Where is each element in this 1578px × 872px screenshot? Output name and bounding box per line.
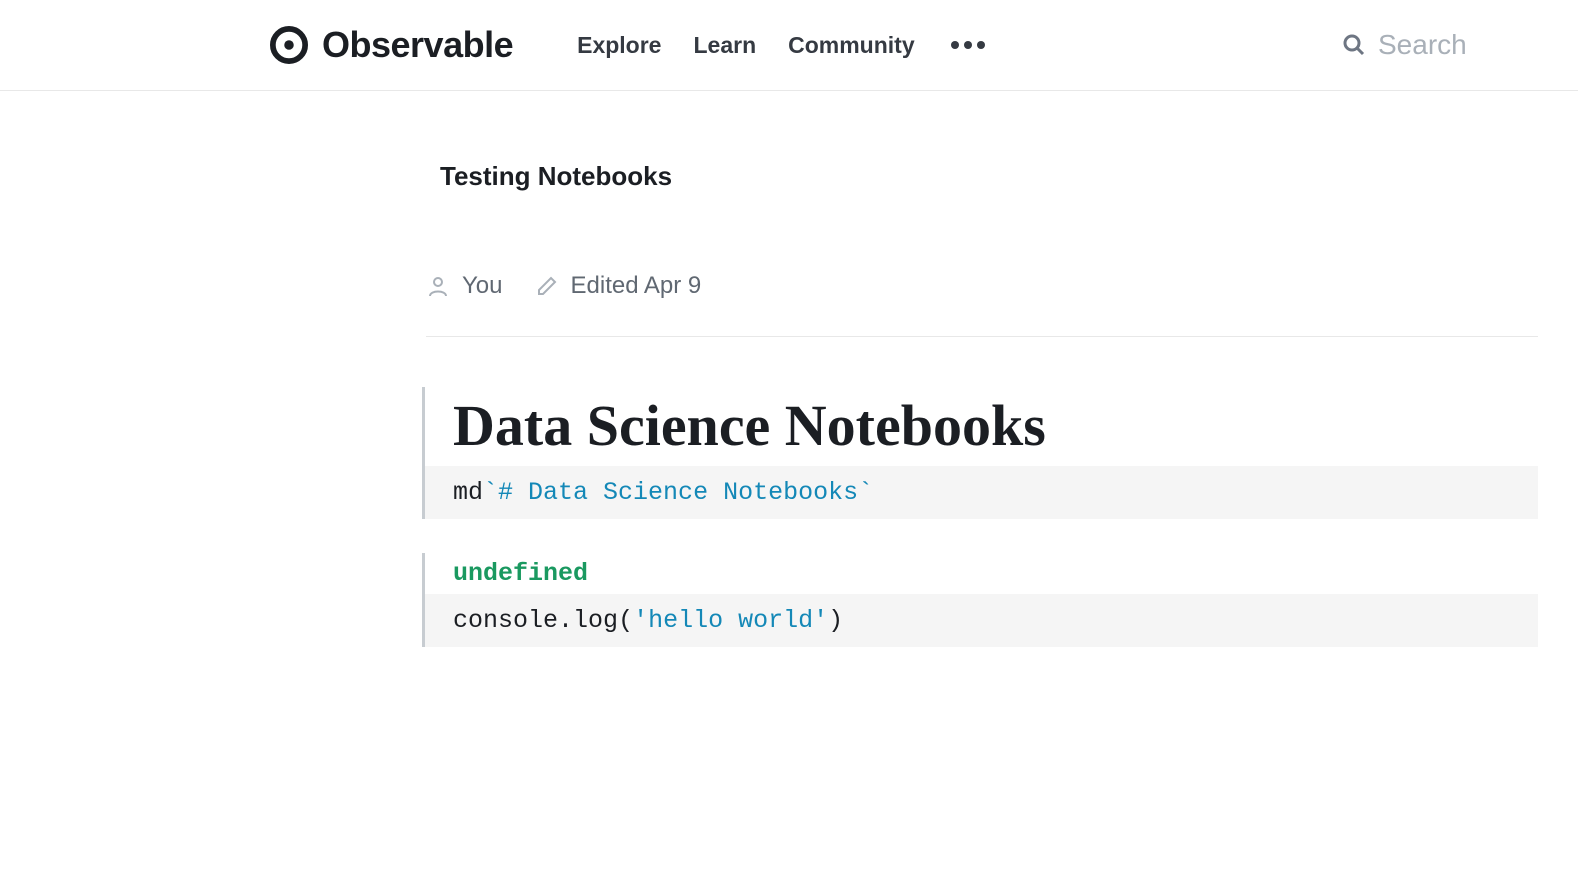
code-token: log (573, 606, 618, 635)
code-token: ) (828, 606, 843, 635)
cell-code-editor[interactable]: md`# Data Science Notebooks` (425, 466, 1538, 519)
code-token: # Data Science Notebooks (498, 478, 858, 507)
main-content: Testing Notebooks You Edited Apr 9 Data … (0, 91, 1578, 647)
notebook-cells: Data Science Notebooks md`# Data Science… (422, 387, 1538, 647)
edited-label: Edited Apr 9 (571, 272, 702, 300)
code-token: ` (483, 478, 498, 507)
brand-logo[interactable]: Observable (270, 24, 513, 66)
pencil-icon (535, 274, 559, 298)
cell-output: Data Science Notebooks (425, 387, 1538, 466)
nav-learn[interactable]: Learn (693, 32, 756, 59)
observable-logo-icon (270, 26, 308, 64)
nav-explore[interactable]: Explore (577, 32, 661, 59)
notebook-cell[interactable]: undefined console.log('hello world') (422, 553, 1538, 647)
code-token: console (453, 606, 558, 635)
code-token: ` (858, 478, 873, 507)
code-token: ( (618, 606, 633, 635)
cell-code-editor[interactable]: console.log('hello world') (425, 594, 1538, 647)
search-group[interactable] (1342, 29, 1518, 61)
dot-icon (977, 41, 985, 49)
notebook-meta-row: You Edited Apr 9 (426, 272, 1538, 337)
search-input[interactable] (1378, 29, 1518, 61)
primary-nav: Explore Learn Community (577, 32, 989, 59)
brand-name: Observable (322, 24, 513, 66)
person-icon (426, 274, 450, 298)
edited-meta[interactable]: Edited Apr 9 (535, 272, 702, 300)
code-token: . (558, 606, 573, 635)
code-token: 'hello world' (633, 606, 828, 635)
collection-breadcrumb[interactable]: Testing Notebooks (440, 161, 1538, 192)
code-token: md (453, 478, 483, 507)
dot-icon (951, 41, 959, 49)
notebook-cell[interactable]: Data Science Notebooks md`# Data Science… (422, 387, 1538, 519)
cell-output: undefined (425, 553, 1538, 594)
search-icon (1342, 33, 1366, 57)
undefined-output: undefined (453, 559, 588, 588)
top-header: Observable Explore Learn Community (0, 0, 1578, 91)
nav-community[interactable]: Community (788, 32, 915, 59)
markdown-heading: Data Science Notebooks (453, 393, 1538, 460)
author-meta[interactable]: You (426, 272, 503, 300)
nav-more-menu[interactable] (947, 37, 989, 53)
author-label: You (462, 272, 503, 300)
dot-icon (964, 41, 972, 49)
